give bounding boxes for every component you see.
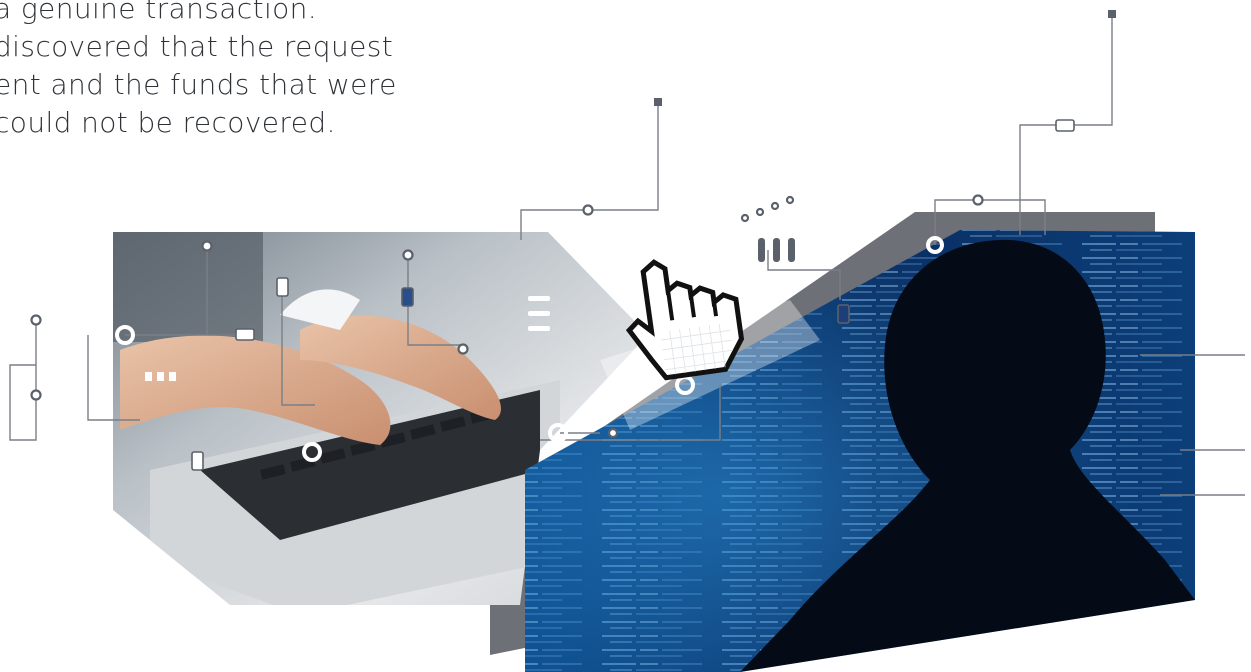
- terminals: [654, 10, 1116, 106]
- illustration: [9, 10, 1245, 672]
- resistor-stubs: [758, 238, 795, 262]
- code-screen-photo: [525, 230, 1195, 672]
